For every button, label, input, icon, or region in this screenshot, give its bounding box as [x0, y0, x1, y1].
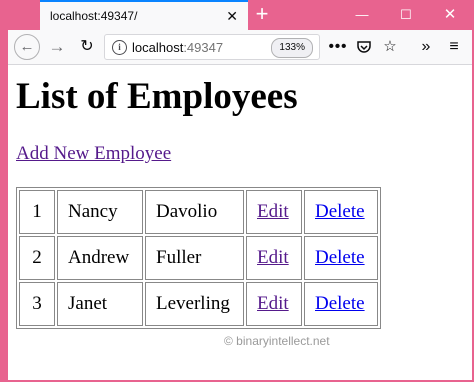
employee-id-cell: 1 [19, 190, 55, 234]
edit-cell: Edit [246, 236, 302, 280]
watermark: © binaryintellect.net [224, 334, 330, 348]
table-row: 3 Janet Leverling Edit Delete [19, 282, 378, 326]
page-content: List of Employees Add New Employee 1 Nanc… [8, 65, 472, 380]
delete-link[interactable]: Delete [315, 293, 365, 314]
page-title: List of Employees [16, 76, 298, 117]
edit-link[interactable]: Edit [257, 293, 289, 314]
browser-window: localhost:49347/ ✕ + — ☐ ✕ ← → ↻ i local… [8, 0, 472, 380]
table-row: 1 Nancy Davolio Edit Delete [19, 190, 378, 234]
info-icon[interactable]: i [112, 40, 127, 55]
delete-link[interactable]: Delete [315, 201, 365, 222]
edit-cell: Edit [246, 282, 302, 326]
edit-link[interactable]: Edit [257, 201, 289, 222]
reload-icon[interactable]: ↻ [74, 34, 100, 60]
hamburger-menu-icon[interactable]: ≡ [442, 34, 466, 60]
maximize-button[interactable]: ☐ [384, 0, 428, 30]
first-name-cell: Andrew [57, 236, 143, 280]
close-tab-icon[interactable]: ✕ [226, 8, 238, 25]
delete-cell: Delete [304, 236, 378, 280]
last-name-cell: Davolio [145, 190, 244, 234]
employee-id-cell: 3 [19, 282, 55, 326]
navigation-toolbar: ← → ↻ i localhost:49347 133% ••• ☆ » ≡ [8, 30, 472, 65]
pocket-icon[interactable] [352, 34, 376, 60]
first-name-cell: Nancy [57, 190, 143, 234]
overflow-menu-icon[interactable]: » [414, 34, 438, 60]
page-actions-icon[interactable]: ••• [326, 34, 350, 60]
table-row: 2 Andrew Fuller Edit Delete [19, 236, 378, 280]
tab-title: localhost:49347/ [50, 9, 138, 23]
back-arrow-icon[interactable]: ← [14, 34, 40, 60]
close-window-button[interactable]: ✕ [428, 0, 472, 30]
edit-cell: Edit [246, 190, 302, 234]
last-name-cell: Fuller [145, 236, 244, 280]
address-bar[interactable]: i localhost:49347 133% [104, 34, 320, 60]
edit-link[interactable]: Edit [257, 247, 289, 268]
tab-localhost[interactable]: localhost:49347/ ✕ [40, 0, 248, 30]
first-name-cell: Janet [57, 282, 143, 326]
last-name-cell: Leverling [145, 282, 244, 326]
add-employee-link[interactable]: Add New Employee [16, 143, 171, 165]
tab-bar: localhost:49347/ ✕ + — ☐ ✕ [8, 0, 472, 30]
url-text[interactable]: localhost:49347 [132, 40, 223, 55]
minimize-button[interactable]: — [340, 0, 384, 30]
employee-id-cell: 2 [19, 236, 55, 280]
delete-cell: Delete [304, 282, 378, 326]
zoom-level-badge[interactable]: 133% [271, 38, 313, 58]
forward-arrow-icon[interactable]: → [44, 34, 70, 60]
bookmark-star-icon[interactable]: ☆ [378, 34, 402, 60]
new-tab-button[interactable]: + [250, 3, 274, 27]
delete-link[interactable]: Delete [315, 247, 365, 268]
employees-table: 1 Nancy Davolio Edit Delete 2 Andrew Fuller Edit… [16, 187, 381, 329]
delete-cell: Delete [304, 190, 378, 234]
